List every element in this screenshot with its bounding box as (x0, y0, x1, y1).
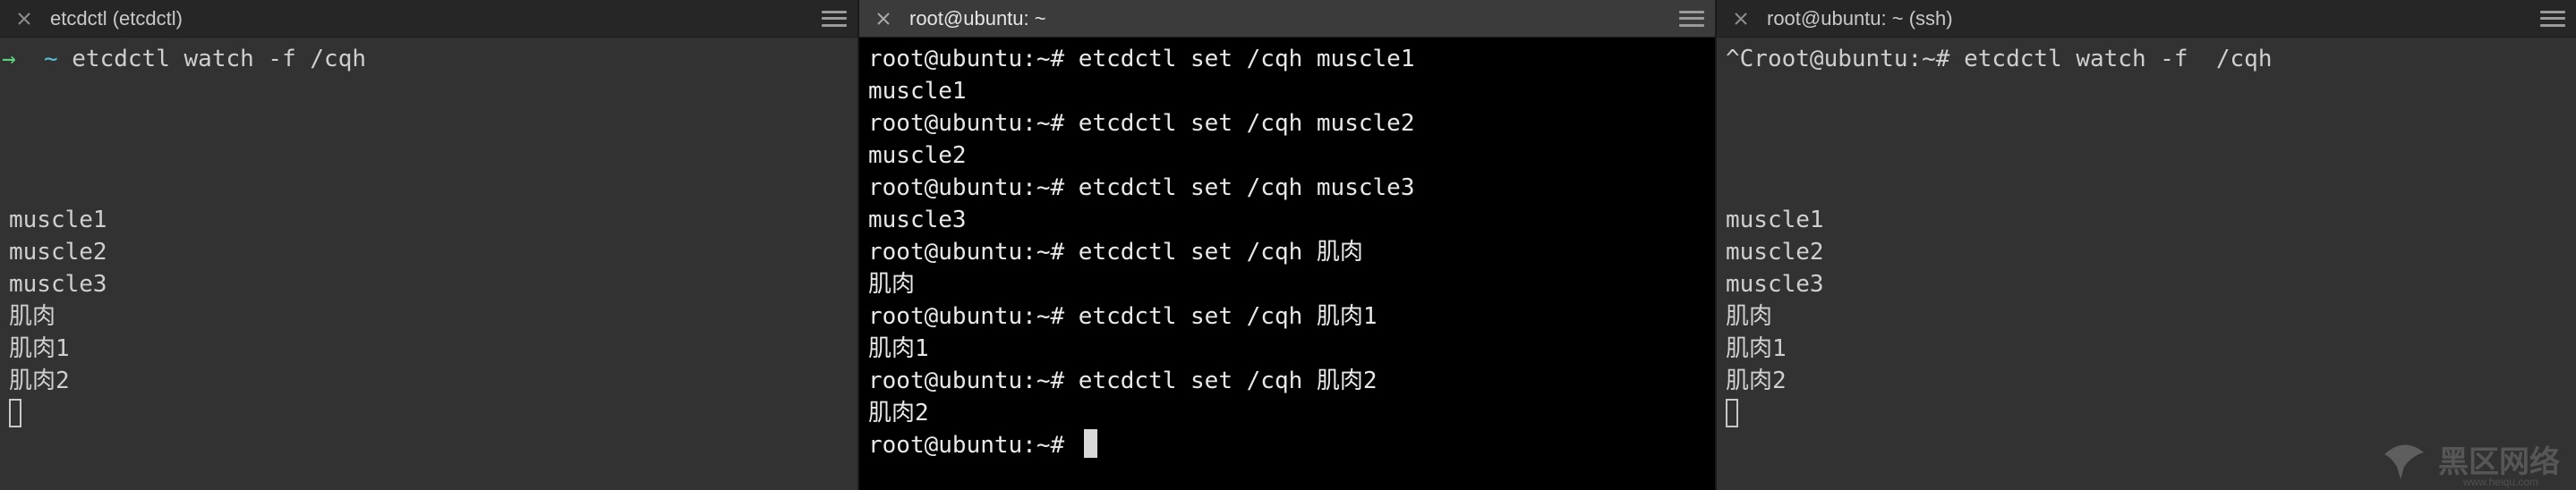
watermark-text: 黑区网络 (2438, 444, 2560, 479)
close-icon[interactable] (1731, 9, 1751, 29)
output-line: 肌肉1 (9, 335, 70, 362)
output-line: 肌肉2 (868, 400, 929, 427)
watermark: 黑区网络 (2379, 436, 2560, 481)
prompt-arrow: → (2, 46, 16, 72)
output-line: 肌肉 (9, 303, 56, 330)
output-line: root@ubuntu:~# etcdctl set /cqh 肌肉2 (868, 368, 1378, 394)
output-line: muscle1 (1726, 207, 1824, 233)
tab-title: root@ubuntu: ~ (ssh) (1767, 6, 1953, 30)
tab-title: root@ubuntu: ~ (909, 6, 1046, 30)
cursor (1726, 399, 1738, 427)
hamburger-menu-icon[interactable] (1679, 9, 1704, 29)
output-line: 肌肉1 (868, 335, 929, 362)
tab-left[interactable]: etcdctl (etcdctl) (0, 0, 857, 38)
output-line: root@ubuntu:~# etcdctl set /cqh muscle1 (868, 46, 1415, 72)
terminal-window: etcdctl (etcdctl) → ~ etcdctl watch -f /… (0, 0, 2576, 490)
output-line: muscle2 (1726, 239, 1824, 266)
output-line: root@ubuntu:~# etcdctl set /cqh 肌肉 (868, 239, 1363, 266)
output-line: muscle1 (868, 78, 967, 105)
close-icon[interactable] (874, 9, 893, 29)
output-line: 肌肉 (868, 271, 916, 298)
tab-right[interactable]: root@ubuntu: ~ (ssh) (1717, 0, 2576, 38)
watermark-logo-icon (2384, 444, 2424, 479)
output-line: 肌肉2 (9, 368, 70, 394)
current-prompt-line: root@ubuntu:~# (868, 429, 1097, 461)
command-line: ^Croot@ubuntu:~# etcdctl watch -f /cqh (1726, 46, 2273, 72)
tab-middle[interactable]: root@ubuntu: ~ (859, 0, 1715, 38)
close-icon[interactable] (14, 9, 34, 29)
command-line: → ~ etcdctl watch -f /cqh (2, 43, 366, 75)
output-line: muscle3 (9, 271, 107, 298)
cursor (9, 399, 21, 427)
command-text: etcdctl watch -f /cqh (72, 46, 367, 72)
output-line: muscle1 (9, 207, 107, 233)
current-prompt: root@ubuntu:~# (868, 432, 1079, 459)
terminal-pane-right[interactable]: root@ubuntu: ~ (ssh) ^Croot@ubuntu:~# et… (1717, 0, 2576, 490)
terminal-output-left[interactable]: → ~ etcdctl watch -f /cqh muscle1 muscle… (0, 38, 857, 490)
output-line: muscle2 (9, 239, 107, 266)
terminal-pane-middle[interactable]: root@ubuntu: ~ root@ubuntu:~# etcdctl se… (857, 0, 1717, 490)
output-line: muscle3 (1726, 271, 1824, 298)
output-line: root@ubuntu:~# etcdctl set /cqh muscle3 (868, 174, 1415, 201)
terminal-pane-left[interactable]: etcdctl (etcdctl) → ~ etcdctl watch -f /… (0, 0, 857, 490)
hamburger-menu-icon[interactable] (822, 9, 847, 29)
hamburger-menu-icon[interactable] (2540, 9, 2565, 29)
output-line: 肌肉 (1726, 303, 1773, 330)
output-line: root@ubuntu:~# etcdctl set /cqh muscle2 (868, 110, 1415, 137)
output-line: 肌肉1 (1726, 335, 1787, 362)
cursor (1083, 429, 1097, 458)
watermark-subtext: www.heiqu.com (2462, 476, 2538, 488)
output-line: muscle3 (868, 207, 967, 233)
terminal-output-middle[interactable]: root@ubuntu:~# etcdctl set /cqh muscle1 … (859, 38, 1715, 490)
output-line: root@ubuntu:~# etcdctl set /cqh 肌肉1 (868, 303, 1378, 330)
prompt-tilde: ~ (43, 46, 58, 72)
output-line: 肌肉2 (1726, 368, 1787, 394)
output-line: muscle2 (868, 142, 967, 169)
terminal-output-right[interactable]: ^Croot@ubuntu:~# etcdctl watch -f /cqh m… (1717, 38, 2576, 490)
tab-title: etcdctl (etcdctl) (50, 6, 183, 30)
